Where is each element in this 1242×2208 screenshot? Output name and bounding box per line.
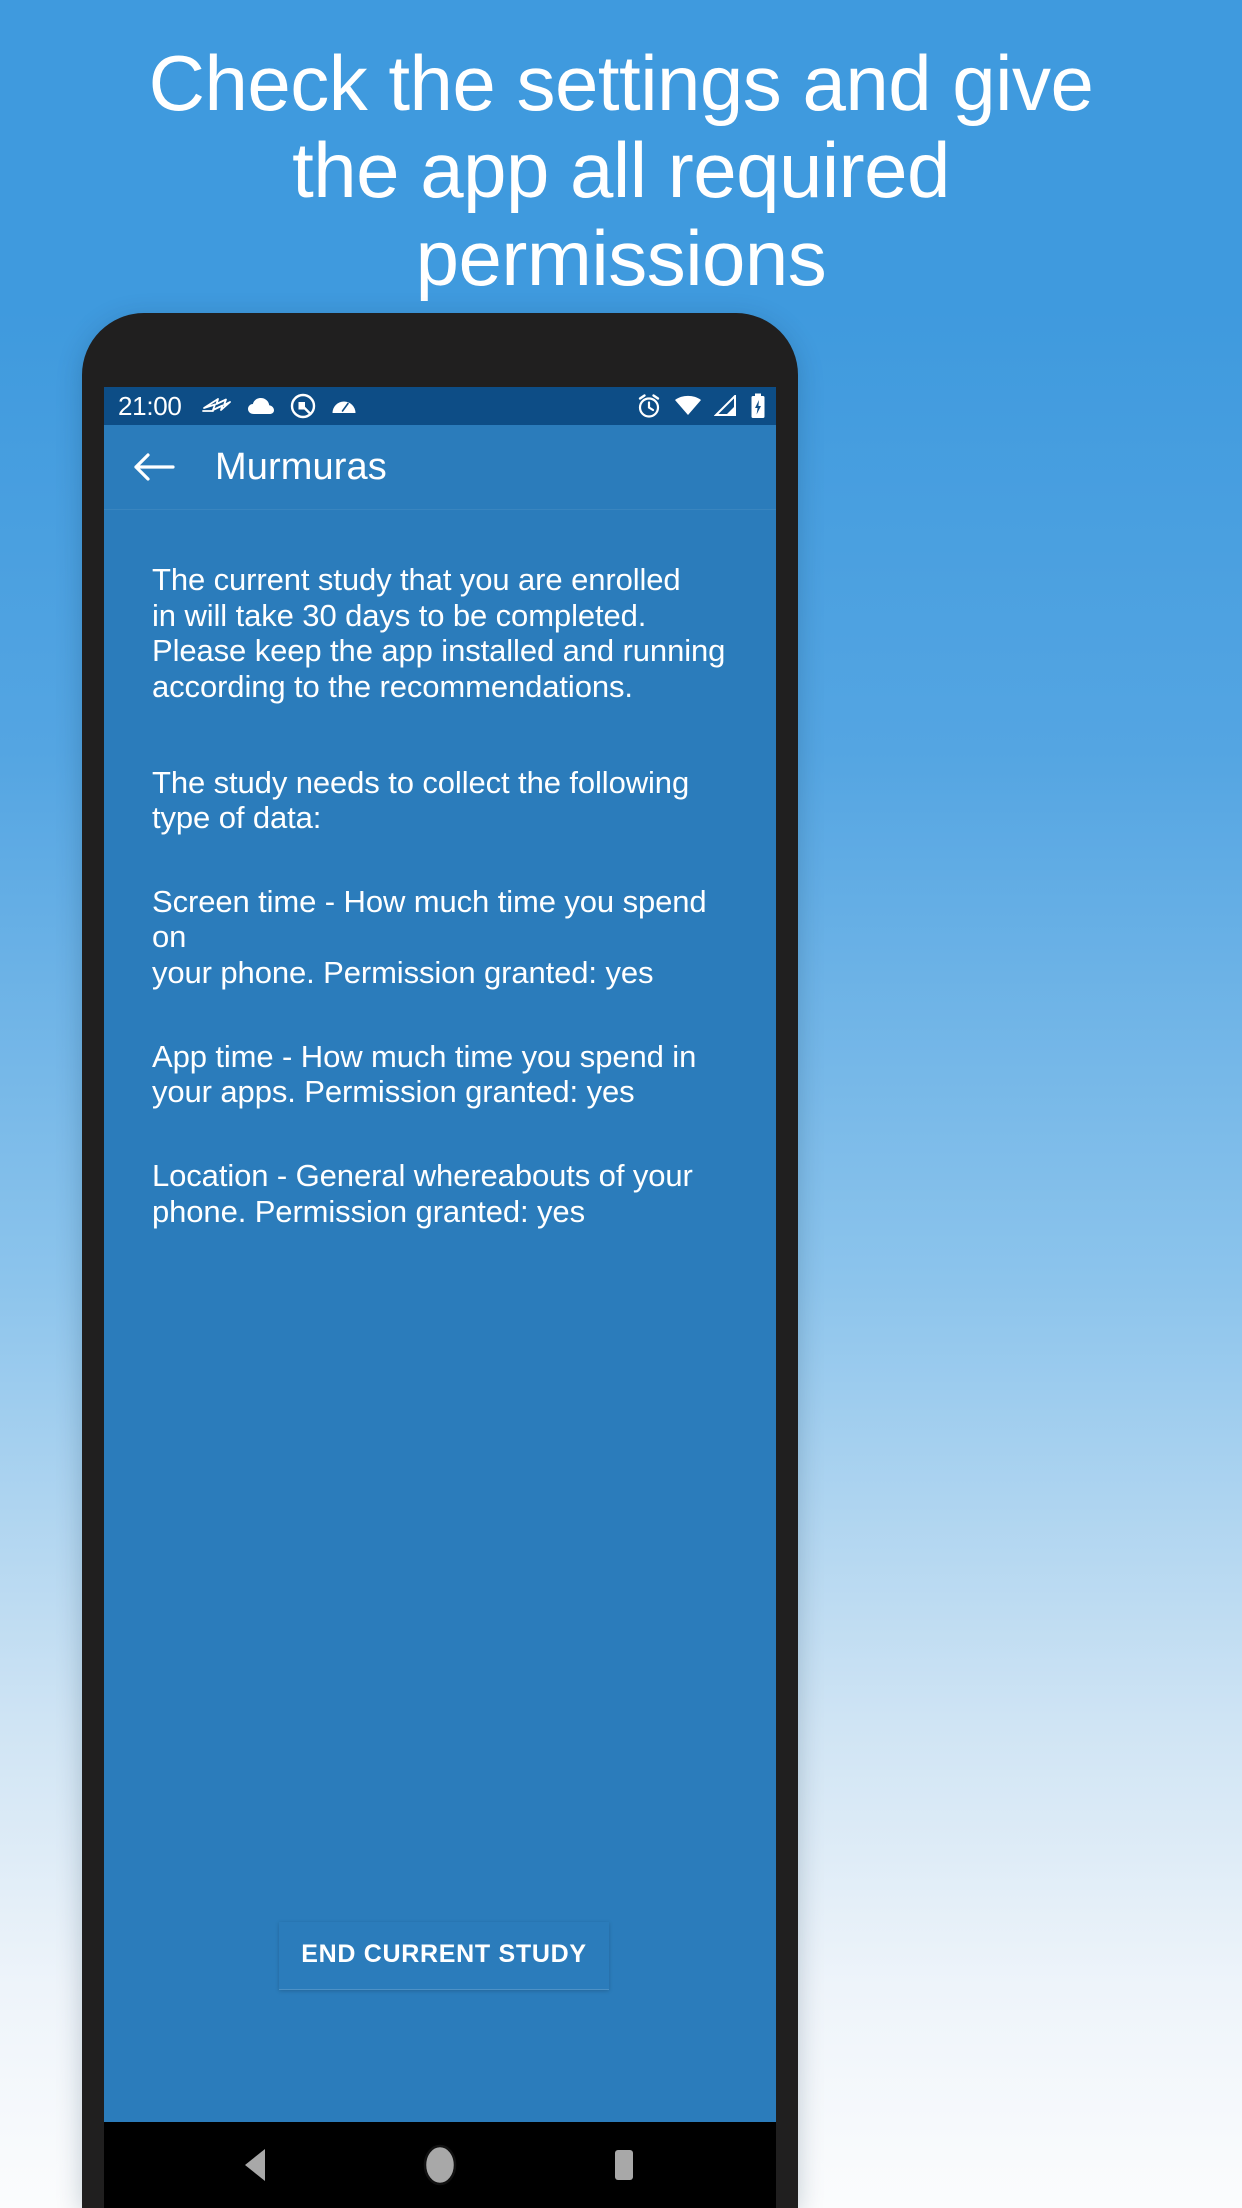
action-button-area: END CURRENT STUDY xyxy=(152,1922,736,2122)
home-circle-icon xyxy=(421,2142,459,2188)
cloud-icon xyxy=(247,395,275,417)
app-time-permission-paragraph: App time - How much time you spend in yo… xyxy=(152,1038,697,1110)
page-title: Murmuras xyxy=(215,445,387,488)
phone-mockup: 21:00 Murmuras The current study that yo… xyxy=(82,313,798,2208)
promo-headline: Check the settings and give the app all … xyxy=(0,39,1242,302)
arrow-left-icon xyxy=(132,449,176,485)
data-types-intro-paragraph: The study needs to collect the following… xyxy=(152,764,690,836)
location-permission-paragraph: Location - General whereabouts of your p… xyxy=(152,1158,693,1229)
back-button[interactable] xyxy=(126,439,182,495)
cellular-signal-icon xyxy=(714,395,738,417)
promo-line-1: Check the settings and give xyxy=(148,39,1094,127)
status-clock: 21:00 xyxy=(118,391,182,421)
android-nav-bar xyxy=(104,2122,776,2208)
promo-line-3: permissions xyxy=(415,213,827,302)
battery-charging-icon xyxy=(750,393,766,419)
flight-mode-icon xyxy=(201,394,232,418)
alarm-clock-icon xyxy=(636,393,662,419)
nav-recents-button[interactable] xyxy=(588,2129,660,2201)
circle-q-icon xyxy=(290,393,316,419)
wifi-icon xyxy=(674,395,702,417)
nav-home-button[interactable] xyxy=(404,2129,476,2201)
promo-line-2: the app all required xyxy=(292,126,950,215)
recents-square-icon xyxy=(610,2146,638,2184)
nav-back-button[interactable] xyxy=(220,2129,292,2201)
app-bar: Murmuras xyxy=(104,425,776,510)
status-bar: 21:00 xyxy=(104,387,776,425)
speedometer-icon xyxy=(331,395,357,417)
phone-screen: 21:00 Murmuras The current study that yo… xyxy=(104,387,776,2208)
study-duration-paragraph: The current study that you are enrolled … xyxy=(152,562,726,704)
content-area: The current study that you are enrolled … xyxy=(104,510,776,2122)
end-current-study-button[interactable]: END CURRENT STUDY xyxy=(279,1922,609,1990)
status-right-icons xyxy=(636,393,766,419)
back-triangle-icon xyxy=(239,2146,273,2184)
status-left-icons xyxy=(201,393,357,419)
screen-time-permission-paragraph: Screen time - How much time you spend on… xyxy=(152,883,707,991)
